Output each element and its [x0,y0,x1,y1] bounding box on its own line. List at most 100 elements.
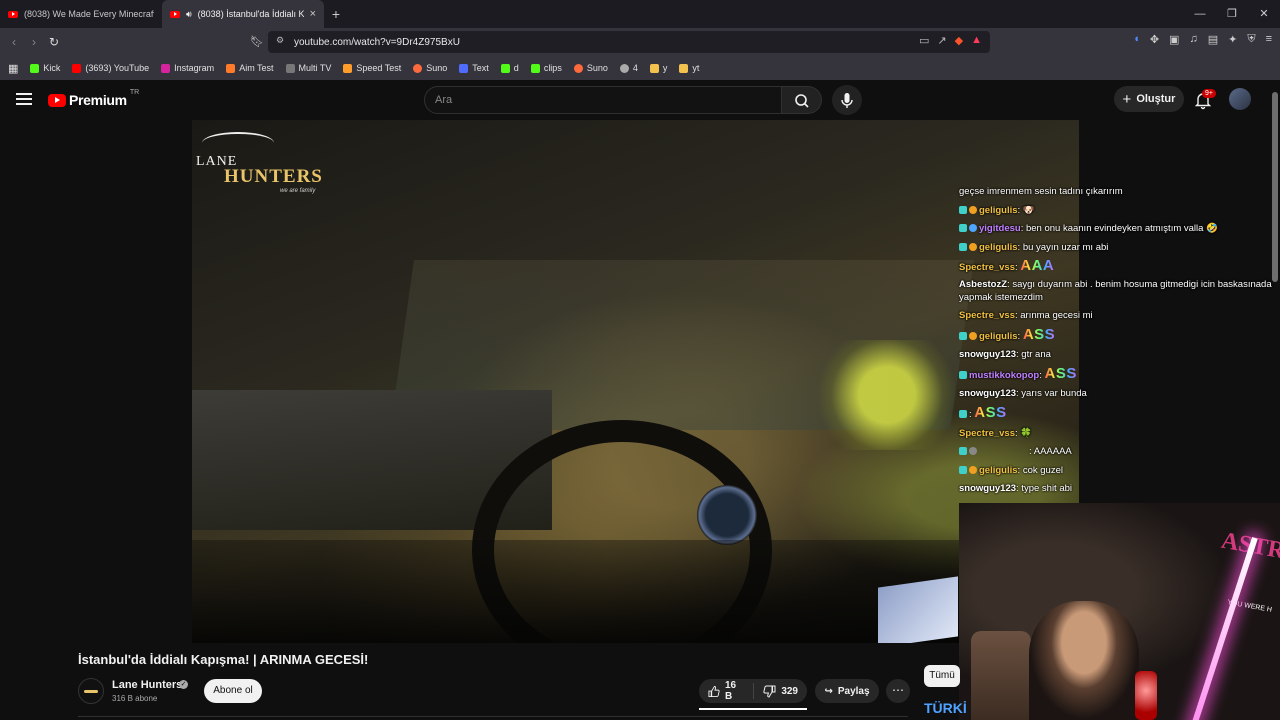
share-button[interactable]: ↪ Paylaş [815,679,879,703]
maximize-icon[interactable]: ❐ [1216,0,1248,28]
chat-message: snowguy123: gtr ana [959,346,1280,365]
chat-text: : [1017,204,1021,216]
chat-text: : [1014,427,1018,439]
share-page-icon[interactable]: ↗ [937,34,946,47]
chat-message: yigitdesu: ben onu kaanın evindeyken atm… [959,220,1280,239]
subscribe-button[interactable]: Abone ol [204,679,262,703]
reload-icon[interactable]: ↻ [44,35,64,49]
side-thumbnail-text[interactable]: TÜRKİ [924,700,967,716]
voice-search-button[interactable] [832,85,862,115]
bookmark-item[interactable]: clips [530,63,562,73]
bookmark-item[interactable]: d [500,63,519,73]
speaker-icon[interactable]: 🔊︎ [186,9,192,20]
rainbow-emote-icon: ASS [1044,364,1077,382]
bookmark-favicon-icon [72,63,82,73]
menu-icon[interactable]: ≡ [1266,33,1272,46]
chat-username: geligulis [979,330,1018,342]
folder-icon [679,63,689,73]
badge-icon [959,224,967,233]
bookmark-favicon-icon [30,63,40,73]
bookmark-item[interactable]: (3693) YouTube [72,63,149,73]
music-icon[interactable]: ♫ [1189,33,1197,46]
chat-text: : [1039,369,1042,381]
bookmark-favicon-icon [530,63,540,73]
dislike-count: 329 [781,685,798,697]
extension-icon[interactable]: ◖ [1133,33,1140,46]
chat-message: snowguy123: yarıs var bunda [959,385,1280,404]
bookmark-item[interactable]: Suno [413,63,447,73]
bookmark-item[interactable]: Multi TV [285,63,331,73]
chat-username: snowguy123 [959,349,1017,361]
bookmark-label: Suno [586,63,608,73]
badge-icon [969,205,977,214]
video-scene-yellow-car [812,340,962,450]
chat-message: Spectre_vss: AAA [959,257,1280,278]
bookmark-item[interactable]: Kick [30,63,60,73]
bookmark-item[interactable]: Aim Test [226,63,274,73]
new-tab-button[interactable]: + [324,6,348,22]
chat-message: Spectre_vss: 🍀 [959,425,1280,444]
notification-badge: 9+ [1202,89,1216,98]
minimize-icon[interactable]: — [1184,0,1216,28]
back-icon[interactable]: ‹ [4,35,24,49]
video-player[interactable]: LANE HUNTERS we are family [192,120,1079,643]
close-tab-icon[interactable]: × [310,8,316,20]
bookmark-item[interactable]: Suno [573,63,608,73]
search-button[interactable] [782,86,822,114]
bookmark-item[interactable]: Text [459,63,489,73]
vpn-icon[interactable]: ⛨ [1247,33,1255,46]
create-button[interactable]: + Oluştur [1114,86,1184,112]
channel-name[interactable]: Lane Hunters [112,679,182,691]
search-input[interactable] [425,87,781,113]
brave-shield-icon[interactable]: ◆ [955,34,963,47]
site-settings-icon[interactable]: ⚙ [276,35,284,46]
apps-grid-icon[interactable]: ▦ [8,62,18,75]
bookmark-icon[interactable]: 🔖︎ [250,35,264,48]
bookmark-label: d [513,63,519,73]
browser-tab[interactable]: (8038) We Made Every Minecraft Sw... [0,0,162,28]
bookmark-favicon-icon [343,63,353,73]
plus-icon: + [1122,90,1132,108]
install-icon[interactable]: ▭ [919,34,929,47]
create-label: Oluştur [1136,93,1176,105]
dislike-button[interactable]: 329 [754,679,807,703]
address-bar[interactable]: ⚙ youtube.com/watch?v=9Dr4Z975BxU ▭ ↗ ◆ … [268,31,990,53]
streamer-webcam: ASTR YOU WERE H [959,503,1280,720]
puzzle-icon[interactable]: ✥ [1150,33,1159,46]
rainbow-emote-icon: ASS [974,403,1007,421]
car-outline-icon [202,132,274,154]
leo-icon[interactable]: ✦ [1228,33,1237,46]
bookmark-label: Instagram [174,63,215,73]
account-avatar[interactable] [1229,88,1251,110]
bookmark-item[interactable]: Speed Test [343,63,401,73]
youtube-premium-logo[interactable]: Premium TR [48,89,139,108]
chat-username: Spectre_vss [959,427,1015,439]
forward-icon[interactable]: › [24,35,44,49]
rewards-icon[interactable]: ▲ [971,34,982,47]
chat-username: yigitdesu [979,223,1021,235]
chat-username: mustikkokopop [969,369,1040,381]
bookmark-favicon-icon [619,63,629,73]
chat-text: geçse imrenmem sesin tadını çıkarırım [959,186,1123,197]
bookmark-folder[interactable]: yt [679,63,699,73]
search-box [424,86,782,114]
browser-tab-active[interactable]: 🔊︎ (8038) İstanbul'da İddialı Kap × [162,0,324,28]
badge-icon [969,447,977,456]
bookmark-item[interactable]: 4 [619,63,638,73]
screen: (8038) We Made Every Minecraft Sw... 🔊︎ … [0,0,1280,720]
emote-icon: 🐶 [1022,204,1035,216]
hamburger-menu-icon[interactable] [16,93,32,105]
video-scene-speedometer [697,485,757,545]
like-button[interactable]: 16 B [699,679,753,703]
close-window-icon[interactable]: ✕ [1248,0,1280,28]
webcam-scene-chair [971,631,1031,720]
wallet-icon[interactable]: ▤ [1208,33,1218,46]
bookmark-favicon-icon [573,63,583,73]
bookmark-label: 4 [632,63,638,73]
channel-avatar[interactable] [78,678,104,704]
bookmark-folder[interactable]: y [649,63,667,73]
filter-chip-all[interactable]: Tümü [924,665,960,687]
bookmark-item[interactable]: Instagram [161,63,214,73]
more-actions-icon[interactable]: ⋯ [886,679,910,703]
sidebar-icon[interactable]: ▣ [1169,33,1179,46]
